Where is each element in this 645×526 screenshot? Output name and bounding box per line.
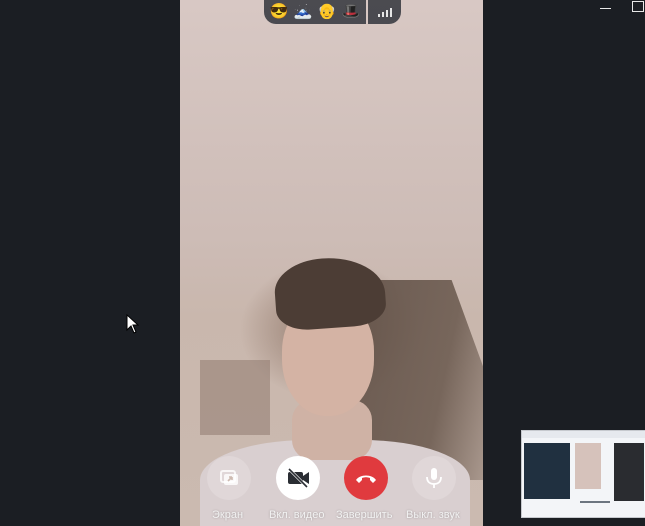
microphone-icon (426, 468, 442, 488)
thumbnail-left-panel (524, 443, 570, 499)
person-hair (272, 254, 388, 332)
mute-label: Выкл. звук (406, 509, 460, 521)
thumbnail-video (575, 443, 601, 489)
remote-video-feed (180, 0, 483, 526)
emoji-sunglasses: 😎 (269, 3, 289, 20)
maximize-icon[interactable] (627, 0, 645, 14)
end-call-button[interactable] (344, 456, 388, 500)
screen-share-icon (220, 470, 238, 485)
emoji-old-man: 👴 (317, 3, 337, 20)
window-controls (585, 0, 645, 14)
background-door (200, 360, 270, 435)
minimize-icon[interactable] (597, 0, 615, 14)
emoji-mountain: 🗻 (293, 3, 313, 20)
screen-preview-thumbnail[interactable] (521, 430, 645, 518)
thumbnail-text-line (580, 501, 610, 503)
end-call-label: Завершить (336, 509, 393, 521)
video-toggle-button[interactable] (276, 456, 320, 500)
mouse-cursor-icon (126, 314, 140, 334)
video-off-icon (287, 467, 309, 489)
screen-share-button[interactable] (207, 456, 251, 500)
thumbnail-browser-bar (522, 431, 645, 438)
hang-up-icon (356, 475, 376, 483)
signal-strength-icon (368, 0, 401, 24)
encryption-emoji-bar[interactable]: 😎 🗻 👴 🎩 (264, 0, 366, 24)
video-toggle-label: Вкл. видео (269, 509, 325, 521)
mute-button[interactable] (412, 456, 456, 500)
screen-share-label: Экран (212, 509, 244, 521)
thumbnail-code-panel (614, 443, 644, 501)
emoji-top-hat: 🎩 (341, 3, 361, 20)
